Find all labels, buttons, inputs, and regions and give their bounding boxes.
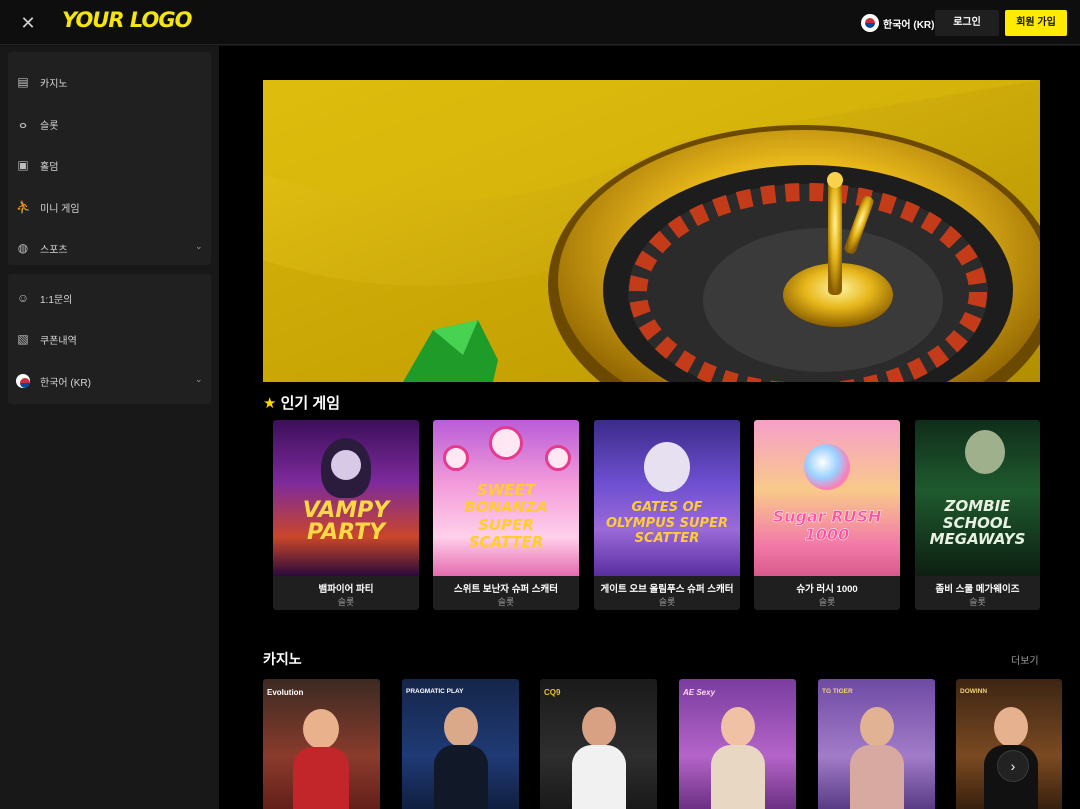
signup-button[interactable]: 회원 가입 [1005,10,1067,36]
sidebar-item-label: 슬롯 [40,120,59,132]
chevron-right-icon: › [1010,758,1016,774]
dealer-dress [711,745,765,809]
game-name: 뱀파이어 파티 [318,584,374,595]
casino-section-title: 카지노 [263,651,302,667]
dealer-image [303,709,339,749]
sidebar-item-label: 미니 게임 [40,203,80,215]
hero-banner[interactable] [263,80,1040,382]
game-name: 좀비 스쿨 메가웨이즈 [935,584,1020,595]
game-type: 슬롯 [337,597,355,607]
dealer-image [582,707,616,747]
sidebar-item-slot[interactable]: ⴰ 슬롯 [8,109,211,139]
provider-name: Evolution [267,688,304,697]
sidebar-item-coupons[interactable]: ▧ 쿠폰내역 [8,324,211,354]
casino-provider-card[interactable]: DOWINN [956,679,1062,809]
cherry-icon: ⴰ [19,117,27,131]
star-icon: ★ [263,395,277,412]
sidebar-item-sports[interactable]: ◍ 스포츠 ⌄ [8,233,211,263]
running-figure-icon: ⛹ [16,200,31,214]
popular-games-title: ★ 인기 게임 [263,392,340,413]
sidebar-item-language[interactable]: 한국어 (KR) ⌄ [8,366,211,396]
game-card[interactable]: ZOMBIE SCHOOL MEGAWAYS 좀비 스쿨 메가웨이즈 슬롯 [915,420,1040,610]
game-thumbnail: SWEET BONANZA SUPER SCATTER [433,420,579,576]
dealer-dress [293,747,349,809]
casino-provider-card[interactable]: TG TIGER [818,679,935,809]
sidebar-item-label: 스포츠 [40,244,68,256]
provider-name: TG TIGER [822,688,853,695]
sidebar-secondary-menu: ☺ 1:1문의 ▧ 쿠폰내역 한국어 (KR) ⌄ [8,274,211,404]
dealer-image [444,707,478,747]
sidebar-item-label: 홀덤 [40,161,59,173]
sidebar-item-minigame[interactable]: ⛹ 미니 게임 [8,192,211,222]
sidebar: ▤ 카지노 ⴰ 슬롯 ▣ 홀덤 ⛹ 미니 게임 ◍ 스포츠 ⌄ ☺ 1:1문의 … [0,46,219,809]
dealer-dress [434,745,488,809]
provider-name: PRAGMATIC PLAY [406,688,464,695]
login-button[interactable]: 로그인 [935,10,999,36]
provider-name: CQ9 [544,688,561,697]
game-art-title: ZOMBIE SCHOOL MEGAWAYS [929,497,1026,548]
game-card[interactable]: Sugar RUSH 1000 슈가 러시 1000 슬롯 [754,420,900,610]
game-type: 슬롯 [969,597,986,607]
cards-icon: ▤ [17,75,29,89]
sidebar-item-casino[interactable]: ▤ 카지노 [8,67,211,97]
language-selector[interactable]: 한국어 (KR) [861,12,934,34]
game-art-title: Sugar RUSH 1000 [772,507,882,545]
game-type: 슬롯 [818,597,836,607]
dealer-image [994,707,1028,747]
provider-name: DOWINN [960,688,988,695]
chevron-down-icon: ⌄ [195,241,203,251]
casino-provider-card[interactable]: CQ9 [540,679,657,809]
sidebar-item-label: 카지노 [40,78,68,90]
korea-flag-icon [16,374,30,388]
game-type: 슬롯 [658,597,676,607]
carousel-next-button[interactable]: › [997,750,1029,782]
popular-games-label: 인기 게임 [280,395,340,412]
game-art-title: VAMPY PARTY [302,498,390,545]
site-logo[interactable]: YOUR LOGO [62,8,192,32]
game-type: 슬롯 [497,597,515,607]
dealer-image [721,707,755,747]
sidebar-item-holdem[interactable]: ▣ 홀덤 [8,150,211,180]
roulette-banner-art [263,80,1040,382]
casino-provider-card[interactable]: Evolution [263,679,380,809]
sidebar-item-label: 한국어 (KR) [40,377,91,389]
casino-more-link[interactable]: 더보기 [1011,652,1039,667]
game-card[interactable]: VAMPY PARTY 뱀파이어 파티 슬롯 [273,420,419,610]
provider-name: AE Sexy [683,688,716,697]
dealer-dress [572,745,626,809]
sidebar-item-label: 1:1문의 [40,294,73,306]
korea-flag-icon [861,14,879,32]
game-thumbnail: ZOMBIE SCHOOL MEGAWAYS [915,420,1040,576]
dealer-image [860,707,894,747]
sidebar-main-menu: ▤ 카지노 ⴰ 슬롯 ▣ 홀덤 ⛹ 미니 게임 ◍ 스포츠 ⌄ [8,52,211,265]
sidebar-item-inquiry[interactable]: ☺ 1:1문의 [8,283,211,313]
game-thumbnail: GATES OF OLYMPUS SUPER SCATTER [594,420,740,576]
game-thumbnail: Sugar RUSH 1000 [754,420,900,576]
game-art-title: GATES OF OLYMPUS SUPER SCATTER [606,500,728,547]
game-card[interactable]: SWEET BONANZA SUPER SCATTER 스위트 보난자 슈퍼 스… [433,420,579,610]
poker-icon: ▣ [17,158,29,172]
game-name: 게이트 오브 올림푸스 슈퍼 스캐터 [600,584,734,595]
game-card[interactable]: GATES OF OLYMPUS SUPER SCATTER 게이트 오브 올림… [594,420,740,610]
close-icon[interactable]: ✕ [16,11,40,35]
support-chat-icon: ☺ [16,291,30,305]
basketball-icon: ◍ [17,241,29,255]
game-name: 슈가 러시 1000 [796,584,858,595]
game-name: 스위트 보난자 슈퍼 스캐터 [453,584,559,595]
top-bar: ✕ YOUR LOGO 한국어 (KR) 로그인 회원 가입 [0,0,1080,45]
language-label: 한국어 (KR) [883,19,935,31]
main-content: ★ 인기 게임 VAMPY PARTY 뱀파이어 파티 슬롯 SWEET BON… [219,46,1080,809]
chevron-down-icon: ⌄ [195,374,203,384]
dealer-dress [850,745,904,809]
coupon-icon: ▧ [17,332,29,346]
game-thumbnail: VAMPY PARTY [273,420,419,576]
casino-provider-card[interactable]: AE Sexy [679,679,796,809]
game-art-title: SWEET BONANZA SUPER SCATTER [464,481,548,551]
sidebar-item-label: 쿠폰내역 [40,335,77,347]
casino-provider-card[interactable]: PRAGMATIC PLAY [402,679,519,809]
